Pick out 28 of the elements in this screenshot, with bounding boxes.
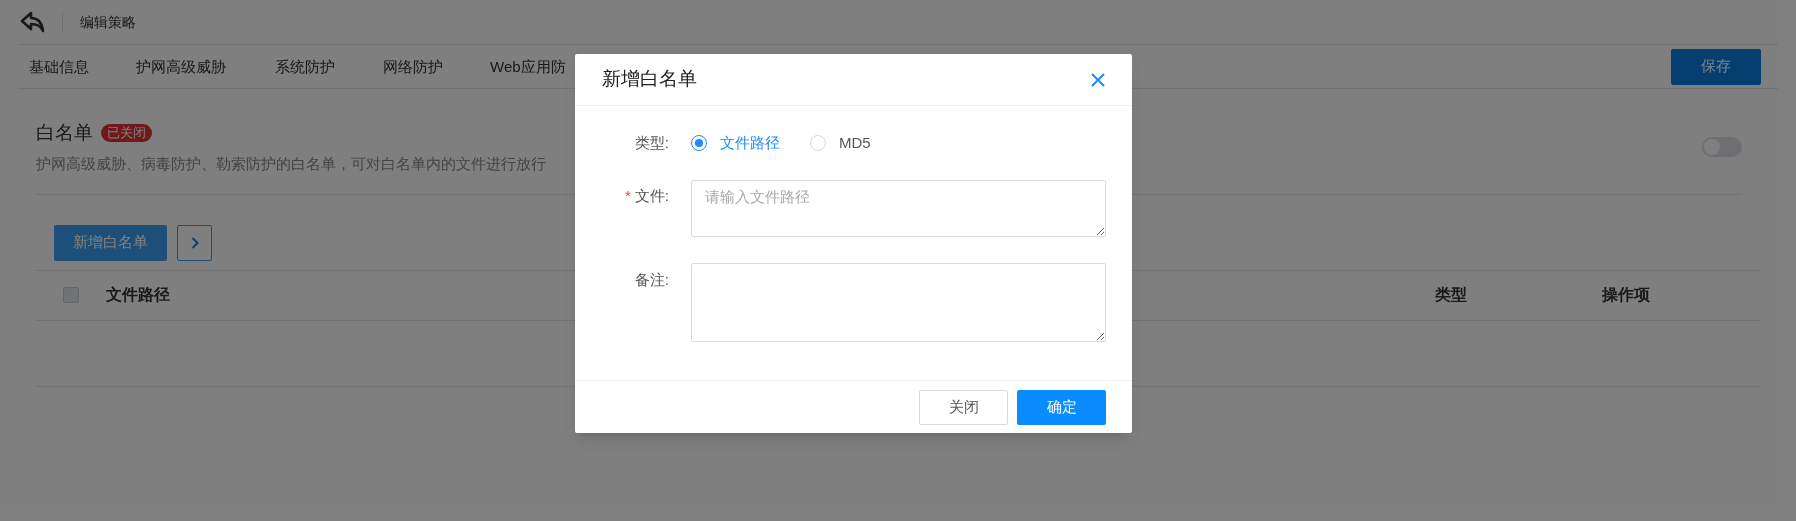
radio-option[interactable]: 文件路径 xyxy=(691,131,780,155)
column-header: 操作项 xyxy=(1602,285,1650,305)
tab[interactable]: 网络防护 xyxy=(383,57,443,75)
column-header: 类型 xyxy=(1435,286,1467,303)
tab[interactable]: Web应用防 xyxy=(490,57,566,75)
save-button[interactable]: 保存 xyxy=(1671,48,1761,85)
close-button[interactable]: 关闭 xyxy=(919,389,1008,425)
tab[interactable]: 系统防护 xyxy=(275,57,335,75)
confirm-button[interactable]: 确定 xyxy=(1017,389,1106,425)
section-title: 白名单 xyxy=(36,121,93,145)
field-label: 文件: xyxy=(634,186,669,206)
field-label: 类型: xyxy=(634,134,669,151)
dialog-title: 新增白名单 xyxy=(602,67,697,92)
expand-button[interactable] xyxy=(177,224,212,261)
page-title: 编辑策略 xyxy=(80,12,136,32)
select-all-checkbox[interactable] xyxy=(63,287,79,303)
required-mark: * xyxy=(625,186,631,206)
back-icon[interactable] xyxy=(20,11,46,33)
close-icon[interactable] xyxy=(1091,72,1105,87)
note-field[interactable] xyxy=(691,263,1106,342)
tab[interactable]: 护网高级威胁 xyxy=(136,57,226,75)
file-path-field[interactable]: 请输入文件路径 xyxy=(691,180,1106,237)
column-header: 文件路径 xyxy=(106,286,170,303)
tab[interactable]: 基础信息 xyxy=(29,57,89,75)
status-badge: 已关闭 xyxy=(101,124,152,143)
field-label: 备注: xyxy=(634,271,669,288)
chevron-right-icon xyxy=(190,236,199,249)
radio-option[interactable]: MD5 xyxy=(810,131,871,155)
